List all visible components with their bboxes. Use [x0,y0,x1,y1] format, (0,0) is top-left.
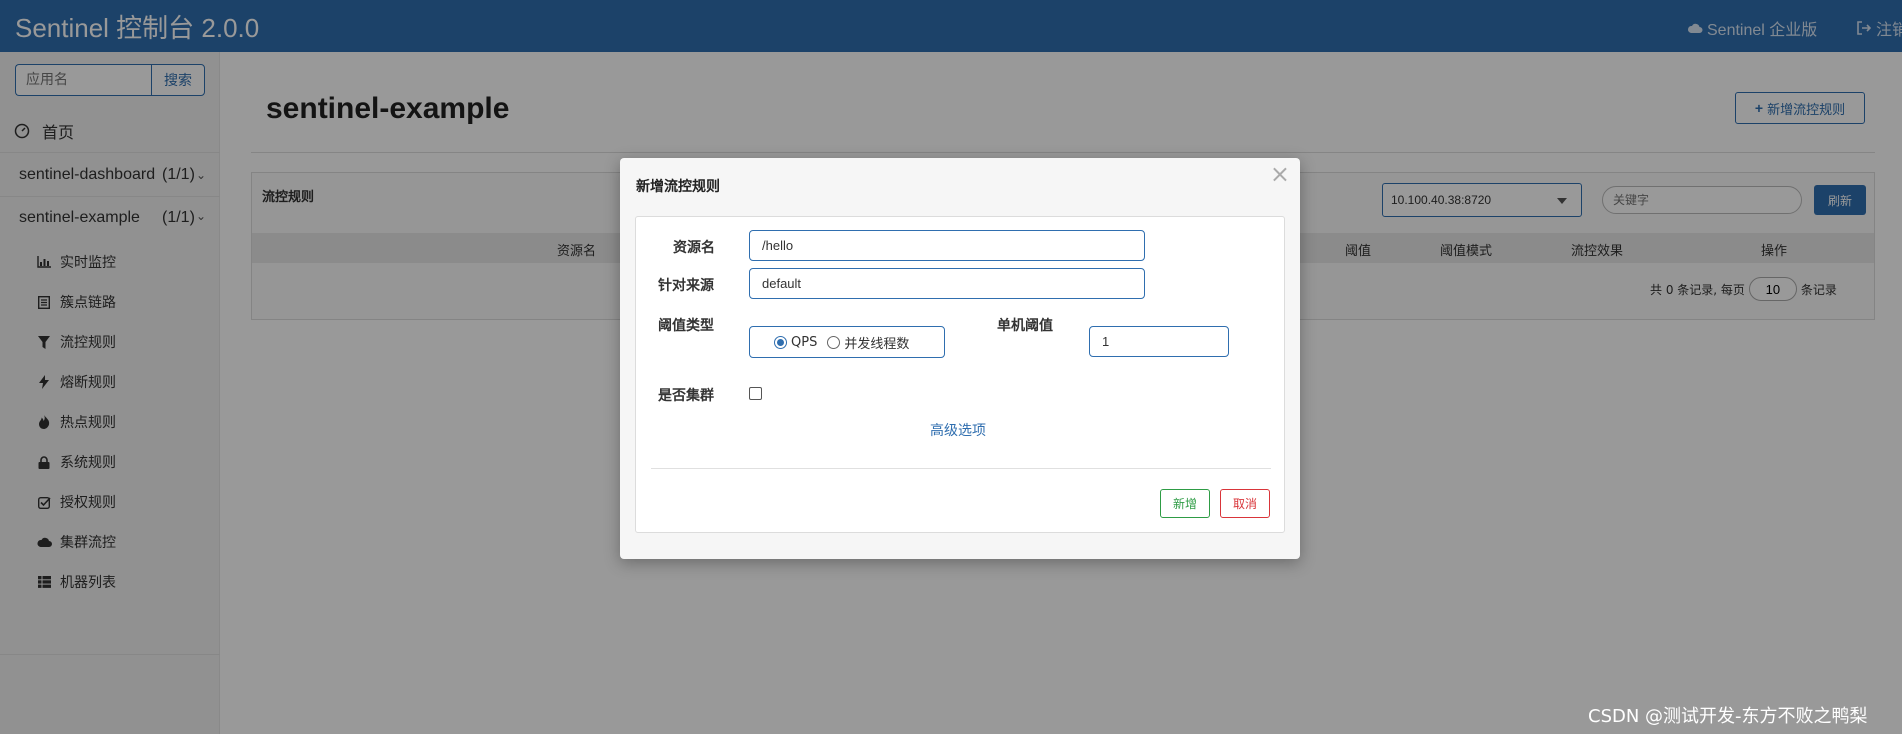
grade-radio-group: QPS 并发线程数 [749,326,945,358]
dialog-form: 资源名 针对来源 阈值类型 QPS 并发线程数 单机阈值 是否集群 高级选项 新… [635,216,1285,533]
resource-label: 资源名 [673,240,715,256]
threshold-label: 单机阈值 [997,318,1053,334]
watermark: CSDN @测试开发-东方不败之鸭梨 [1588,706,1868,727]
dialog-title: 新增流控规则 [636,179,720,195]
add-flow-rule-dialog: 新增流控规则 × 资源名 针对来源 阈值类型 QPS 并发线程数 单机阈值 是否… [620,158,1300,559]
cluster-checkbox[interactable] [749,387,762,400]
resource-input[interactable] [749,230,1145,261]
close-icon[interactable]: × [1270,162,1290,186]
radio-thread-count[interactable] [827,335,841,349]
radio-qps[interactable] [774,335,787,349]
advanced-options-link[interactable]: 高级选项 [930,420,986,440]
cancel-button[interactable]: 取消 [1220,489,1270,518]
add-button[interactable]: 新增 [1160,489,1210,518]
divider [651,468,1271,469]
origin-input[interactable] [749,268,1145,299]
grade-label: 阈值类型 [658,318,714,334]
cluster-label: 是否集群 [658,388,714,404]
threshold-input[interactable] [1089,326,1229,357]
radio-qps-label: QPS [791,334,818,350]
radio-thread-count-label: 并发线程数 [844,336,910,352]
origin-label: 针对来源 [658,278,714,294]
